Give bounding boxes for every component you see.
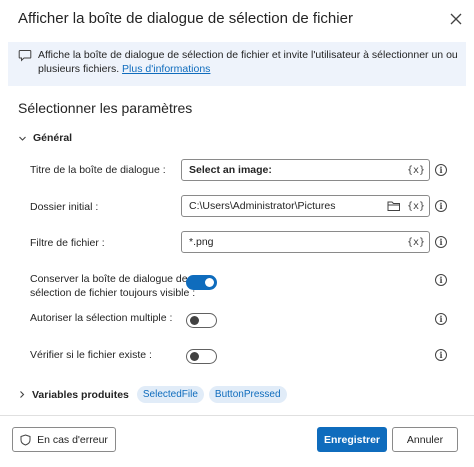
more-info-link[interactable]: Plus d'informations bbox=[122, 63, 210, 75]
on-error-button[interactable]: En cas d'erreur bbox=[12, 427, 116, 452]
variable-chip-selectedfile[interactable]: SelectedFile bbox=[136, 386, 204, 403]
folder-icon[interactable] bbox=[387, 200, 401, 212]
multi-select-label: Autoriser la sélection multiple : bbox=[30, 312, 173, 324]
section-title: Sélectionner les paramètres bbox=[18, 100, 193, 116]
dialog-title-value: Select an image: bbox=[189, 164, 272, 176]
initial-folder-value: C:\Users\Administrator\Pictures bbox=[189, 200, 336, 212]
on-error-label: En cas d'erreur bbox=[37, 433, 108, 446]
chevron-down-icon bbox=[19, 136, 26, 141]
dialog-title: Afficher la boîte de dialogue de sélecti… bbox=[18, 10, 353, 27]
variable-picker-button[interactable]: {x} bbox=[407, 198, 425, 214]
check-exists-label: Vérifier si le fichier existe : bbox=[30, 349, 152, 361]
toggle-knob bbox=[205, 278, 214, 287]
variable-picker-button[interactable]: {x} bbox=[407, 162, 425, 178]
chevron-right-icon bbox=[20, 391, 25, 398]
file-filter-label: Filtre de fichier : bbox=[30, 237, 105, 249]
group-general-label: Général bbox=[33, 132, 73, 144]
toggle-knob bbox=[190, 316, 199, 325]
close-icon bbox=[450, 13, 462, 25]
info-description: Affiche la boîte de dialogue de sélectio… bbox=[38, 49, 458, 75]
shield-icon bbox=[20, 433, 31, 446]
keep-visible-label-line2: sélection de fichier toujours visible : bbox=[30, 287, 196, 299]
file-filter-input[interactable]: *.png {x} bbox=[181, 231, 430, 253]
info-icon[interactable]: i bbox=[435, 164, 447, 176]
info-icon[interactable]: i bbox=[435, 200, 447, 212]
initial-folder-input[interactable]: C:\Users\Administrator\Pictures {x} bbox=[181, 195, 430, 217]
dialog-title-input[interactable]: Select an image: {x} bbox=[181, 159, 430, 181]
save-button[interactable]: Enregistrer bbox=[317, 427, 387, 452]
initial-folder-label: Dossier initial : bbox=[30, 201, 99, 213]
keep-visible-label-line1: Conserver la boîte de dialogue de bbox=[30, 273, 188, 285]
variable-picker-button[interactable]: {x} bbox=[407, 234, 425, 250]
info-icon[interactable]: i bbox=[435, 313, 447, 325]
cancel-button[interactable]: Annuler bbox=[392, 427, 458, 452]
variable-chip-buttonpressed[interactable]: ButtonPressed bbox=[208, 386, 287, 403]
keep-visible-label: Conserver la boîte de dialogue de sélect… bbox=[30, 272, 195, 300]
produced-variables-label: Variables produites bbox=[32, 388, 129, 401]
info-icon[interactable]: i bbox=[435, 274, 447, 286]
produced-variables-row[interactable]: Variables produites SelectedFile ButtonP… bbox=[18, 386, 292, 403]
message-icon bbox=[18, 48, 32, 67]
toggle-knob bbox=[190, 352, 199, 361]
info-icon[interactable]: i bbox=[435, 349, 447, 361]
info-text: Affiche la boîte de dialogue de sélectio… bbox=[38, 48, 458, 76]
check-exists-toggle[interactable] bbox=[186, 349, 217, 364]
info-icon[interactable]: i bbox=[435, 236, 447, 248]
close-button[interactable] bbox=[445, 8, 467, 30]
group-general-header[interactable]: Général bbox=[18, 132, 72, 144]
keep-visible-toggle[interactable] bbox=[186, 275, 217, 290]
file-filter-value: *.png bbox=[189, 236, 214, 248]
footer-divider bbox=[0, 415, 474, 416]
dialog-title-label: Titre de la boîte de dialogue : bbox=[30, 164, 166, 176]
multi-select-toggle[interactable] bbox=[186, 313, 217, 328]
info-banner: Affiche la boîte de dialogue de sélectio… bbox=[8, 42, 466, 86]
